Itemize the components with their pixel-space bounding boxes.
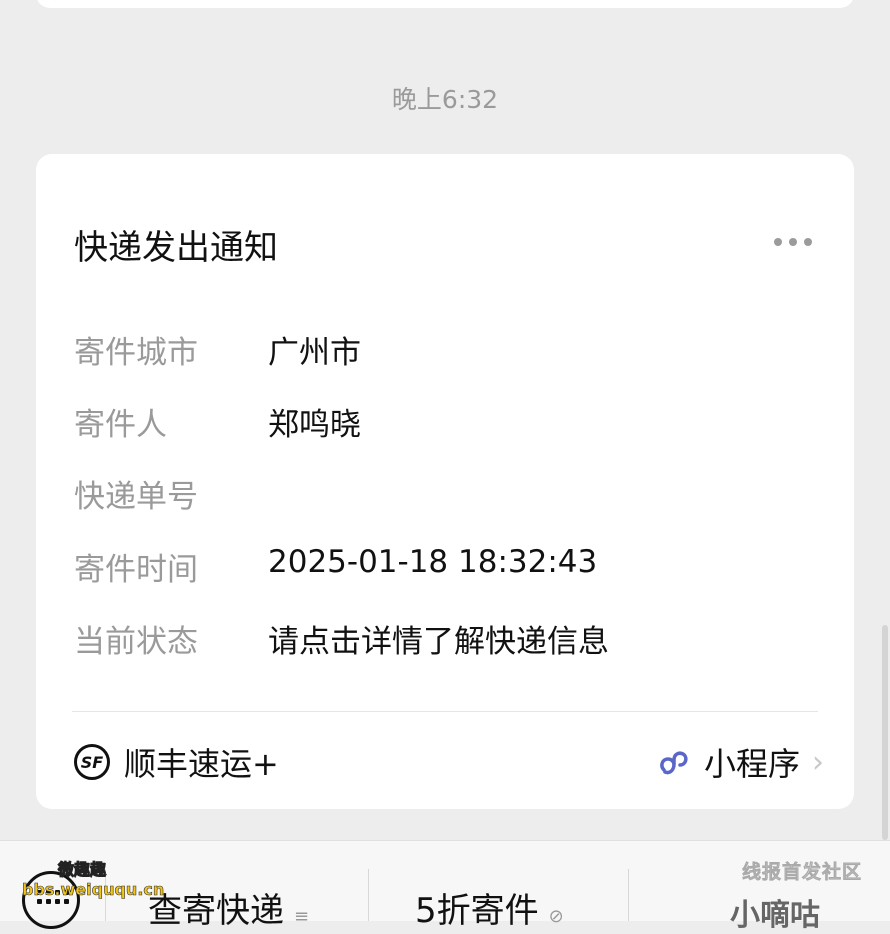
watermark-brand: 微趣趣 <box>57 860 107 880</box>
menu-separator <box>368 869 369 921</box>
row-value: 广州市 <box>268 335 361 371</box>
chat-timestamp: 晚上6:32 <box>391 85 499 114</box>
chevron-right-icon: › <box>812 744 824 780</box>
card-title: 快递发出通知 <box>74 228 278 268</box>
row-label: 快递单号 <box>74 479 198 515</box>
mini-program-link[interactable]: 小程序 › <box>656 739 824 785</box>
menu-separator <box>628 869 629 921</box>
divider <box>72 711 818 712</box>
row-value: 请点击详情了解快递信息 <box>268 624 609 660</box>
service-source[interactable]: SF 顺丰速运+ <box>74 739 279 785</box>
mini-program-label: 小程序 <box>703 745 800 783</box>
ellipsis-icon[interactable] <box>774 238 812 246</box>
watermark-url: bbs.weiququ.cn <box>22 880 165 900</box>
service-name: 顺丰速运+ <box>124 745 279 783</box>
menu-item-partial[interactable]: 小嘀咕 <box>730 890 820 934</box>
sf-logo-icon: SF <box>74 744 110 780</box>
scrollbar[interactable] <box>882 625 888 840</box>
menu-item-half-price-send[interactable]: 5折寄件 ⊘ <box>415 883 564 932</box>
row-label: 当前状态 <box>74 624 198 660</box>
express-notification-card[interactable]: 快递发出通知 寄件城市 广州市 寄件人 郑鸣晓 快递单号 寄件时间 2025-0… <box>36 154 854 809</box>
row-label: 寄件时间 <box>74 552 198 588</box>
row-value: 郑鸣晓 <box>268 407 361 443</box>
watermark-community: 线报首发社区 <box>741 861 862 884</box>
mini-program-icon <box>660 751 688 775</box>
row-label: 寄件人 <box>74 407 167 443</box>
menu-item-label: 查寄快递 <box>148 891 284 931</box>
link-icon: ⊘ <box>548 906 564 927</box>
menu-item-label: 5折寄件 <box>415 891 539 931</box>
menu-item-check-express[interactable]: 查寄快递 ≡ <box>148 883 309 932</box>
menu-lines-icon: ≡ <box>294 906 310 927</box>
row-value: 2025-01-18 18:32:43 <box>268 544 598 580</box>
previous-message-card <box>36 0 854 8</box>
row-label: 寄件城市 <box>74 335 198 371</box>
